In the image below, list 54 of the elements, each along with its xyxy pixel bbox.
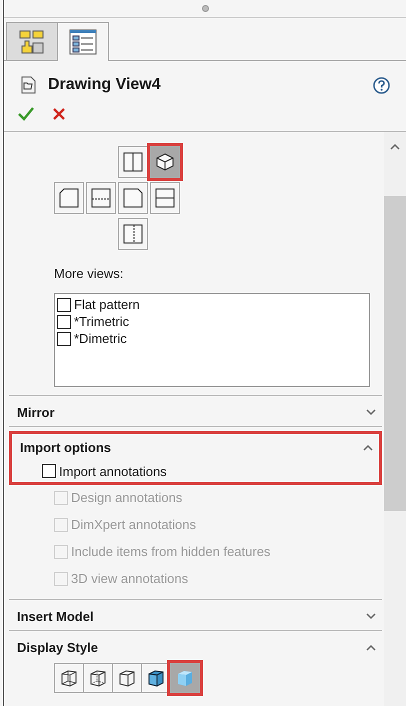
section-header[interactable]: Display Style xyxy=(9,631,382,661)
grip-handle[interactable] xyxy=(202,5,208,12)
section-header[interactable]: Mirror xyxy=(9,396,382,426)
expand-icon xyxy=(366,409,376,416)
section-header[interactable]: Import options xyxy=(12,431,379,461)
option-label: Design annotations xyxy=(71,490,182,505)
cube-icon xyxy=(88,668,108,688)
option-label: Include items from hidden features xyxy=(71,544,270,559)
view-orientation-button[interactable] xyxy=(54,182,84,214)
collapse-icon xyxy=(363,444,373,451)
wireframe-cube-icon xyxy=(59,668,79,688)
ok-button[interactable] xyxy=(18,107,34,121)
checkbox[interactable] xyxy=(57,332,71,346)
view-orientation-button[interactable] xyxy=(118,218,148,250)
property-list-icon xyxy=(69,29,97,55)
option-label: 3D view annotations xyxy=(71,571,188,586)
dashed-split-icon xyxy=(91,188,111,208)
collapse-icon xyxy=(390,142,400,150)
checkbox[interactable] xyxy=(42,464,56,478)
dashed-split-icon xyxy=(123,224,143,244)
option-label: Import annotations xyxy=(59,464,167,478)
display-style-button[interactable] xyxy=(83,663,113,693)
panel-title: Drawing View4 xyxy=(48,76,162,94)
section-header[interactable]: Insert Model xyxy=(9,600,382,630)
shaded-cube-icon xyxy=(175,668,195,688)
collapse-icon xyxy=(366,644,376,651)
display-style-button[interactable] xyxy=(112,663,142,693)
view-orientation-button[interactable] xyxy=(86,182,116,214)
help-icon[interactable] xyxy=(373,76,390,94)
view-orientation-button[interactable] xyxy=(150,182,180,214)
view-orientation-button[interactable] xyxy=(118,182,148,214)
shaded-cube-icon xyxy=(146,668,166,688)
cube-icon xyxy=(117,668,137,688)
cube-icon xyxy=(155,152,175,172)
checkbox[interactable] xyxy=(57,314,71,328)
expand-icon xyxy=(366,613,376,620)
panel-tab[interactable] xyxy=(6,22,58,60)
chamfer-left-icon xyxy=(59,188,79,208)
list-item[interactable]: *Trimetric xyxy=(74,314,130,329)
scroll-bar[interactable] xyxy=(384,132,406,706)
option-label: DimXpert annotations xyxy=(71,517,196,532)
split-panel-icon xyxy=(155,188,175,208)
view-orientation-button[interactable] xyxy=(150,146,180,178)
more-views-label: More views: xyxy=(54,266,124,281)
list-item[interactable]: *Dimetric xyxy=(74,331,127,346)
tree-icon xyxy=(18,28,46,54)
split-panel-icon xyxy=(123,152,143,172)
chamfer-right-icon xyxy=(123,188,143,208)
view-orientation-button[interactable] xyxy=(118,146,148,178)
panel-tab[interactable] xyxy=(57,22,109,61)
list-item[interactable]: Flat pattern xyxy=(74,297,140,312)
cancel-button[interactable] xyxy=(52,107,66,121)
checkbox[interactable] xyxy=(57,298,71,312)
display-style-button[interactable] xyxy=(54,663,84,693)
